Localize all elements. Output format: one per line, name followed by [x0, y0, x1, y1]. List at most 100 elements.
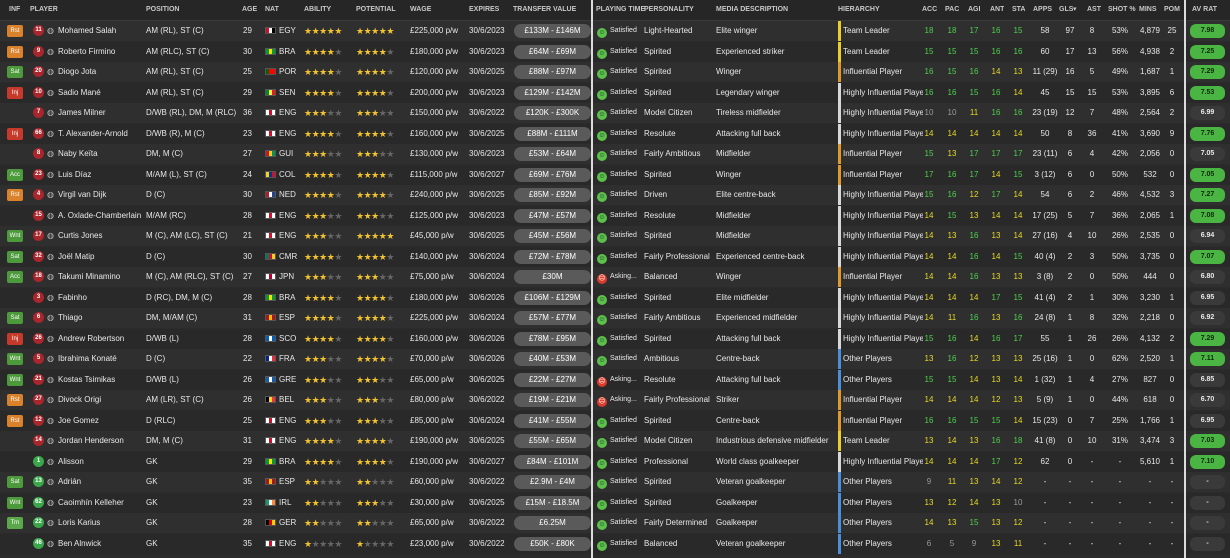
transfer-value[interactable]: £85M - £92M	[514, 188, 591, 202]
player-name[interactable]: Kostas Tsimikas	[58, 370, 144, 390]
player-name[interactable]: Diogo Jota	[58, 62, 144, 82]
player-profile-icon[interactable]: ◍	[47, 129, 54, 138]
col-agi[interactable]: AGI	[968, 0, 980, 20]
table-row[interactable]: Acc 18 ◍ Takumi Minamino M (C), AM (RLC), ST…	[0, 267, 1230, 287]
player-profile-icon[interactable]: ◍	[47, 211, 54, 220]
player-profile-icon[interactable]: ◍	[47, 477, 54, 486]
player-name[interactable]: Mohamed Salah	[58, 21, 144, 41]
table-row[interactable]: 1 ◍ Alisson GK 29 BRA ★★★★★ ★★★★★ £190,000 p/w 30…	[0, 451, 1230, 472]
table-row[interactable]: 15 ◍ A. Oxlade-Chamberlain M/AM (RC) 28 ENG ★★…	[0, 205, 1230, 226]
col-ant[interactable]: ANT	[990, 0, 1004, 20]
player-name[interactable]: Sadio Mané	[58, 83, 144, 103]
table-row[interactable]: Rst 11 ◍ Mohamed Salah AM (RL), ST (C) 29 EGY ★…	[0, 21, 1230, 41]
col-age[interactable]: AGE	[242, 0, 257, 20]
col-ast[interactable]: AST	[1087, 0, 1101, 20]
table-row[interactable]: 7 ◍ James Milner D/WB (RL), DM, M (RLC) 36 EN…	[0, 103, 1230, 123]
player-profile-icon[interactable]: ◍	[47, 518, 54, 527]
player-name[interactable]: Loris Karius	[58, 513, 144, 533]
col-nat[interactable]: NAT	[265, 0, 279, 20]
player-name[interactable]: Takumi Minamino	[58, 267, 144, 287]
player-name[interactable]: Roberto Firmino	[58, 42, 144, 62]
col-pac[interactable]: PAC	[945, 0, 959, 20]
player-profile-icon[interactable]: ◍	[47, 252, 54, 261]
player-name[interactable]: Luis Díaz	[58, 165, 144, 185]
player-profile-icon[interactable]: ◍	[47, 416, 54, 425]
transfer-value[interactable]: £19M - £21M	[514, 393, 591, 407]
transfer-value[interactable]: £78M - £95M	[514, 331, 591, 346]
table-row[interactable]: Inj 10 ◍ Sadio Mané AM (RL), ST (C) 29 SEN ★★★★…	[0, 82, 1230, 103]
transfer-value[interactable]: £69M - £76M	[514, 167, 591, 182]
player-name[interactable]: Andrew Robertson	[58, 329, 144, 349]
transfer-value[interactable]: £22M - £27M	[514, 372, 591, 387]
player-profile-icon[interactable]: ◍	[47, 88, 54, 97]
player-profile-icon[interactable]: ◍	[47, 149, 54, 158]
table-row[interactable]: Rst 4 ◍ Virgil van Dijk D (C) 30 NED ★★★★★ ★★★★★…	[0, 185, 1230, 205]
player-profile-icon[interactable]: ◍	[47, 334, 54, 343]
table-row[interactable]: 46 ◍ Ben Alnwick GK 35 ENG ★★★★★ ★★★★★ £23,000 p…	[0, 533, 1230, 554]
player-name[interactable]: Alisson	[58, 452, 144, 472]
player-name[interactable]: Fabinho	[58, 288, 144, 308]
transfer-value[interactable]: £88M - £97M	[514, 65, 591, 79]
col-playing-time[interactable]: PLAYING TIME	[596, 0, 645, 20]
status-tag[interactable]: Acc	[7, 168, 23, 181]
status-tag[interactable]: Rst	[7, 189, 23, 201]
col-ability[interactable]: ABILITY	[304, 0, 331, 20]
status-tag[interactable]: Inj	[7, 86, 23, 99]
transfer-value[interactable]: £15M - £18.5M	[514, 495, 591, 510]
status-tag[interactable]: Rst	[7, 414, 23, 427]
col-hierarchy[interactable]: HIERARCHY	[838, 0, 880, 20]
status-tag[interactable]: Sat	[7, 312, 23, 324]
player-name[interactable]: Virgil van Dijk	[58, 185, 144, 205]
status-tag[interactable]: Trn	[7, 517, 23, 529]
player-profile-icon[interactable]: ◍	[47, 498, 54, 507]
table-row[interactable]: 14 ◍ Jordan Henderson DM, M (C) 31 ENG ★★★★★ ★★…	[0, 431, 1230, 451]
player-name[interactable]: T. Alexander-Arnold	[58, 124, 144, 144]
status-tag[interactable]: Rst	[7, 394, 23, 406]
transfer-value[interactable]: £45M - £56M	[514, 229, 591, 243]
col-apps[interactable]: APPS	[1033, 0, 1052, 20]
status-tag[interactable]: Wnt	[7, 496, 23, 509]
status-tag[interactable]: Sat	[7, 476, 23, 488]
table-row[interactable]: 8 ◍ Naby Keïta DM, M (C) 27 GUI ★★★★★ ★★★★★ £130…	[0, 144, 1230, 164]
status-tag[interactable]: Rst	[7, 45, 23, 58]
player-name[interactable]: Adrián	[58, 472, 144, 492]
table-row[interactable]: Wnt 62 ◍ Caoimhín Kelleher GK 23 IRL ★★★★★ ★★★★★…	[0, 492, 1230, 513]
player-profile-icon[interactable]: ◍	[47, 272, 54, 281]
table-row[interactable]: Acc 23 ◍ Luis Díaz M/AM (L), ST (C) 24 COL ★★★★…	[0, 164, 1230, 185]
player-name[interactable]: Thiago	[58, 308, 144, 328]
player-profile-icon[interactable]: ◍	[47, 108, 54, 117]
player-profile-icon[interactable]: ◍	[47, 26, 54, 35]
transfer-value[interactable]: £47M - £57M	[514, 208, 591, 223]
col-gls[interactable]: GLS	[1059, 0, 1073, 20]
player-profile-icon[interactable]: ◍	[47, 436, 54, 445]
transfer-value[interactable]: £84M - £101M	[514, 454, 591, 469]
player-name[interactable]: Jordan Henderson	[58, 431, 144, 451]
player-profile-icon[interactable]: ◍	[47, 47, 54, 56]
player-name[interactable]: Curtis Jones	[58, 226, 144, 246]
transfer-value[interactable]: £129M - £142M	[514, 85, 591, 100]
col-mins[interactable]: MINS	[1139, 0, 1157, 20]
player-profile-icon[interactable]: ◍	[47, 375, 54, 384]
player-profile-icon[interactable]: ◍	[47, 395, 54, 404]
col-expires[interactable]: EXPIRES	[469, 0, 499, 20]
col-transfer-value[interactable]: TRANSFER VALUE	[513, 0, 576, 20]
table-row[interactable]: Inj 26 ◍ Andrew Robertson D/WB (L) 28 SCO ★★★★★…	[0, 328, 1230, 349]
table-row[interactable]: Sat 6 ◍ Thiago DM, M/AM (C) 31 ESP ★★★★★ ★★★★★ £2…	[0, 308, 1230, 328]
player-name[interactable]: Divock Origi	[58, 390, 144, 410]
col-pom[interactable]: POM	[1164, 0, 1180, 20]
status-tag[interactable]: Wnt	[7, 230, 23, 242]
player-profile-icon[interactable]: ◍	[47, 457, 54, 466]
status-tag[interactable]: Wnt	[7, 353, 23, 365]
col-player[interactable]: PLAYER	[30, 0, 58, 20]
table-row[interactable]: Sat 20 ◍ Diogo Jota AM (RL), ST (C) 25 POR ★★★★…	[0, 62, 1230, 82]
status-tag[interactable]: Inj	[7, 332, 23, 345]
col-inf[interactable]: INF	[9, 0, 20, 20]
col-shot[interactable]: SHOT %	[1108, 0, 1136, 20]
table-row[interactable]: Wnt 21 ◍ Kostas Tsimikas D/WB (L) 26 GRE ★★★★★ ★…	[0, 369, 1230, 390]
col-acc[interactable]: ACC	[922, 0, 937, 20]
status-tag[interactable]: Rst	[7, 25, 23, 37]
player-name[interactable]: Ben Alnwick	[58, 534, 144, 554]
player-name[interactable]: Caoimhín Kelleher	[58, 493, 144, 513]
transfer-value[interactable]: £120K - £300K	[514, 106, 591, 120]
player-name[interactable]: James Milner	[58, 103, 144, 123]
